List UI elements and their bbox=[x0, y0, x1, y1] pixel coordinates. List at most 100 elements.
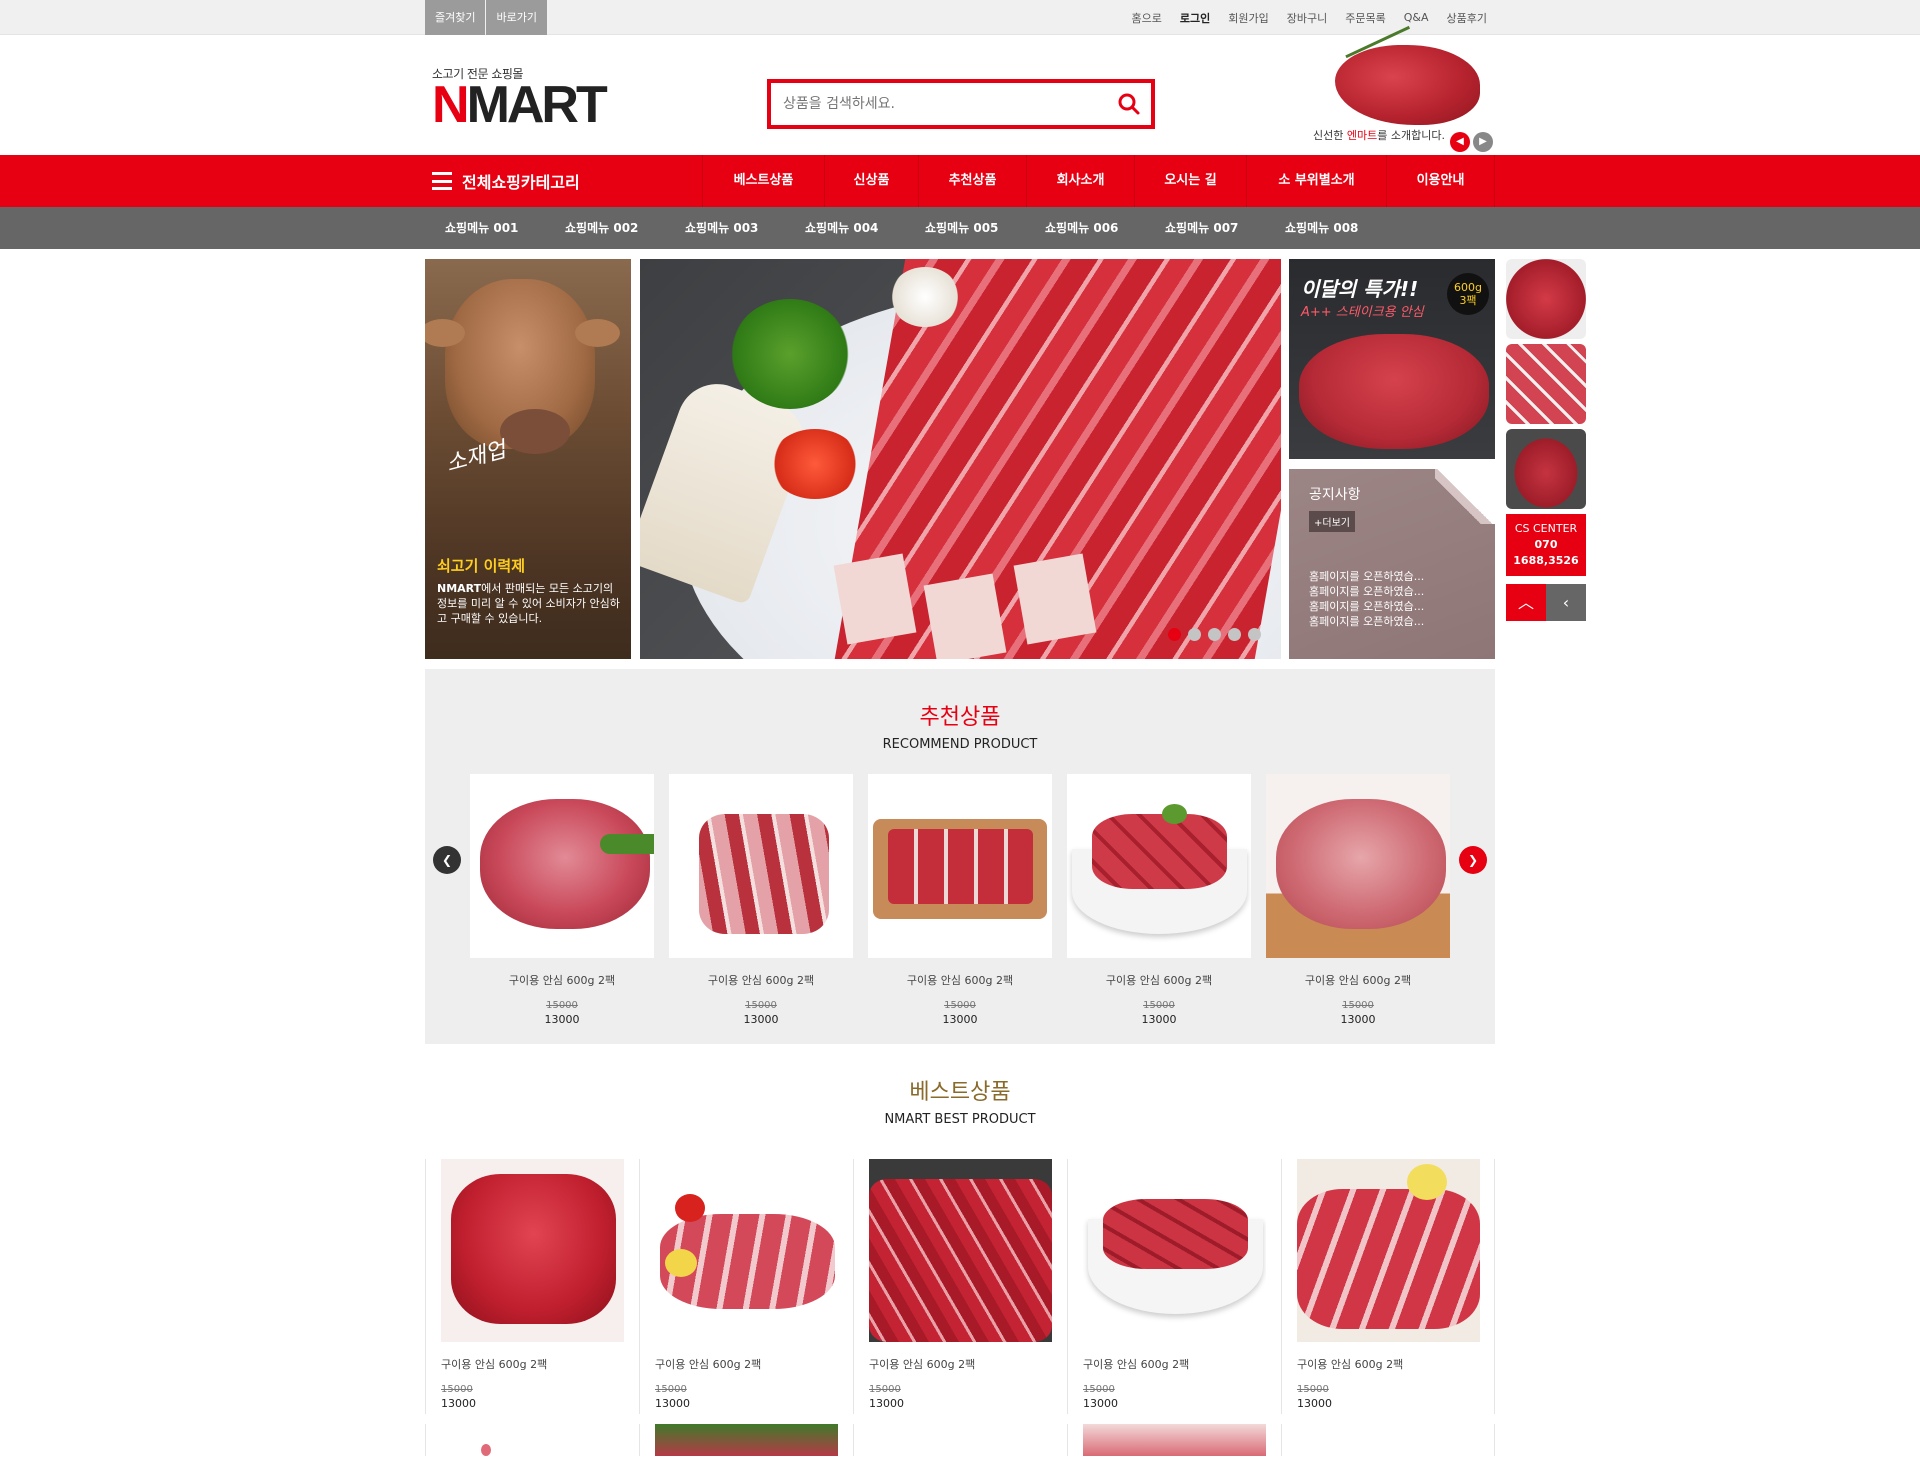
recommend-title: 추천상품 bbox=[919, 705, 1001, 730]
product-card[interactable]: 구이용 안심 600g 2팩 15000 13000 bbox=[470, 774, 654, 1026]
product-card[interactable]: 구이용 안심 600g 2팩 15000 13000 bbox=[1067, 774, 1251, 1026]
product-image bbox=[1083, 1159, 1266, 1342]
cs-center-box: CS CENTER 070 1688,3526 bbox=[1506, 514, 1586, 576]
header-promo-banner[interactable]: 신선한 엔마트를 소개합니다. ◀ ▶ bbox=[1285, 25, 1495, 155]
notice-item[interactable]: 홈페이지를 오픈하였습... bbox=[1309, 569, 1424, 584]
best-list: 구이용 안심 600g 2팩 15000 13000 구이용 안심 600g 2… bbox=[425, 1159, 1495, 1414]
nav-item-guide[interactable]: 이용안내 bbox=[1387, 155, 1495, 207]
sub-nav-item[interactable]: 쇼핑메뉴 003 bbox=[685, 207, 805, 249]
promo-prev-icon[interactable]: ◀ bbox=[1450, 132, 1470, 152]
qna-link[interactable]: Q&A bbox=[1404, 11, 1429, 24]
join-link[interactable]: 회원가입 bbox=[1228, 10, 1268, 26]
quick-thumb-cubes[interactable] bbox=[1506, 344, 1586, 424]
special-subtitle: A++ 스테이크용 안심 bbox=[1301, 305, 1424, 320]
shortcut-button[interactable]: 바로가기 bbox=[486, 0, 547, 35]
sub-nav-item[interactable]: 쇼핑메뉴 008 bbox=[1285, 207, 1405, 249]
main-nav-list: 베스트상품 신상품 추천상품 회사소개 오시는 길 소 부위별소개 이용안내 bbox=[702, 155, 1495, 207]
promo-next-icon[interactable]: ▶ bbox=[1473, 132, 1493, 152]
page-curl-decoration bbox=[1435, 469, 1495, 524]
notice-item[interactable]: 홈페이지를 오픈하였습... bbox=[1309, 584, 1424, 599]
product-image bbox=[1266, 774, 1450, 958]
quick-thumb-steak[interactable] bbox=[1506, 259, 1586, 339]
product-image bbox=[869, 1159, 1052, 1342]
slider-dot[interactable] bbox=[1168, 628, 1181, 641]
slider-dot[interactable] bbox=[1208, 628, 1221, 641]
product-card[interactable]: 구이용 안심 600g 2팩 15000 13000 bbox=[868, 774, 1052, 1026]
nav-item-new[interactable]: 신상품 bbox=[825, 155, 919, 207]
product-card[interactable] bbox=[853, 1424, 1067, 1456]
sub-nav-item[interactable]: 쇼핑메뉴 006 bbox=[1045, 207, 1165, 249]
login-link[interactable]: 로그인 bbox=[1180, 10, 1210, 26]
reviews-link[interactable]: 상품후기 bbox=[1447, 10, 1487, 26]
carousel-next-icon[interactable]: ❯ bbox=[1459, 846, 1487, 874]
main-slider[interactable] bbox=[640, 259, 1281, 659]
utility-left: 즐겨찾기 바로가기 bbox=[425, 0, 548, 35]
product-card[interactable] bbox=[425, 1424, 639, 1456]
nav-item-location[interactable]: 오시는 길 bbox=[1135, 155, 1247, 207]
promo-text: 신선한 엔마트를 소개합니다. bbox=[1313, 129, 1445, 142]
sub-nav-item[interactable]: 쇼핑메뉴 007 bbox=[1165, 207, 1285, 249]
mushroom-cap-image bbox=[890, 267, 960, 327]
recommend-subtitle: RECOMMEND PRODUCT bbox=[882, 737, 1038, 752]
product-card[interactable] bbox=[1281, 1424, 1495, 1456]
product-card[interactable]: 구이용 안심 600g 2팩 15000 13000 bbox=[425, 1159, 639, 1414]
nav-item-recommend[interactable]: 추천상품 bbox=[919, 155, 1027, 207]
sub-nav-item[interactable]: 쇼핑메뉴 001 bbox=[445, 207, 565, 249]
sub-nav-item[interactable]: 쇼핑메뉴 004 bbox=[805, 207, 925, 249]
all-categories-button[interactable]: 전체쇼핑카테고리 bbox=[425, 155, 702, 207]
quick-menu: CS CENTER 070 1688,3526 ︿ ‹ bbox=[1506, 259, 1586, 621]
header: 소고기 전문 쇼핑몰 NMART 신선한 엔마트를 소개합니다. ◀ ▶ bbox=[0, 25, 1920, 155]
nav-item-company[interactable]: 회사소개 bbox=[1027, 155, 1135, 207]
site-logo[interactable]: 소고기 전문 쇼핑몰 NMART bbox=[432, 65, 608, 134]
carrot-image bbox=[770, 429, 860, 499]
sub-nav-item[interactable]: 쇼핑메뉴 002 bbox=[565, 207, 685, 249]
steak-image bbox=[1299, 334, 1489, 449]
slider-dot[interactable] bbox=[1228, 628, 1241, 641]
slider-dot[interactable] bbox=[1188, 628, 1201, 641]
notice-title: 공지사항 bbox=[1309, 487, 1361, 503]
carousel-prev-icon[interactable]: ❮ bbox=[433, 846, 461, 874]
notice-more-button[interactable]: +더보기 bbox=[1309, 511, 1355, 532]
nav-item-beef-cuts[interactable]: 소 부위별소개 bbox=[1247, 155, 1387, 207]
product-card[interactable]: 구이용 안심 600g 2팩 15000 13000 bbox=[1266, 774, 1450, 1026]
sub-nav: 쇼핑메뉴 001 쇼핑메뉴 002 쇼핑메뉴 003 쇼핑메뉴 004 쇼핑메뉴… bbox=[0, 207, 1920, 249]
notice-item[interactable]: 홈페이지를 오픈하였습... bbox=[1309, 614, 1424, 629]
product-image bbox=[441, 1159, 624, 1342]
notice-box: 공지사항 +더보기 홈페이지를 오픈하였습... 홈페이지를 오픈하였습... … bbox=[1289, 469, 1495, 659]
monthly-special-banner[interactable]: 이달의 특가!! A++ 스테이크용 안심 600g 3팩 bbox=[1289, 259, 1495, 459]
notice-list: 홈페이지를 오픈하였습... 홈페이지를 오픈하였습... 홈페이지를 오픈하였… bbox=[1309, 569, 1424, 629]
broccoli-image bbox=[730, 299, 850, 409]
traceability-banner[interactable]: 소재업 쇠고기 이력제 NMART에서 판매되는 모든 소고기의 정보를 미리 … bbox=[425, 259, 631, 659]
notice-item[interactable]: 홈페이지를 오픈하였습... bbox=[1309, 599, 1424, 614]
slider-dots bbox=[1168, 628, 1261, 641]
search-box bbox=[767, 79, 1155, 129]
bookmark-button[interactable]: 즐겨찾기 bbox=[425, 0, 486, 35]
product-card[interactable]: 구이용 안심 600g 2팩 15000 13000 bbox=[853, 1159, 1067, 1414]
slider-dot[interactable] bbox=[1248, 628, 1261, 641]
logo-wordmark: NMART bbox=[432, 76, 608, 134]
scroll-top-icon[interactable]: ︿ bbox=[1506, 584, 1546, 621]
search-icon[interactable] bbox=[1117, 92, 1141, 116]
product-card[interactable]: 구이용 안심 600g 2팩 15000 13000 bbox=[1067, 1159, 1281, 1414]
product-card[interactable]: 구이용 안심 600g 2팩 15000 13000 bbox=[639, 1159, 853, 1414]
recommend-heading: 추천상품 RECOMMEND PRODUCT bbox=[425, 669, 1495, 752]
home-link[interactable]: 홈으로 bbox=[1132, 10, 1162, 26]
product-card[interactable]: 구이용 안심 600g 2팩 15000 13000 bbox=[1281, 1159, 1495, 1414]
nav-item-best[interactable]: 베스트상품 bbox=[703, 155, 825, 207]
quick-thumb-fillet[interactable] bbox=[1506, 429, 1586, 509]
product-card[interactable]: 구이용 안심 600g 2팩 15000 13000 bbox=[669, 774, 853, 1026]
sub-nav-item[interactable]: 쇼핑메뉴 005 bbox=[925, 207, 1045, 249]
cart-link[interactable]: 장바구니 bbox=[1287, 10, 1327, 26]
chevron-left-icon[interactable]: ‹ bbox=[1546, 584, 1586, 621]
search-input[interactable] bbox=[783, 83, 1103, 125]
best-title: 베스트상품 bbox=[909, 1080, 1011, 1105]
side-banners: 이달의 특가!! A++ 스테이크용 안심 600g 3팩 공지사항 +더보기 홈… bbox=[1289, 259, 1495, 659]
best-next-row bbox=[425, 1424, 1495, 1456]
product-card[interactable] bbox=[1067, 1424, 1281, 1456]
best-section: 베스트상품 NMART BEST PRODUCT 구이용 안심 600g 2팩 … bbox=[425, 1044, 1495, 1424]
main-visual: 소재업 쇠고기 이력제 NMART에서 판매되는 모든 소고기의 정보를 미리 … bbox=[425, 259, 1586, 659]
product-card[interactable] bbox=[639, 1424, 853, 1456]
cs-center-number-2: 1688,3526 bbox=[1513, 554, 1579, 567]
orders-link[interactable]: 주문목록 bbox=[1345, 10, 1385, 26]
best-subtitle: NMART BEST PRODUCT bbox=[884, 1112, 1036, 1127]
